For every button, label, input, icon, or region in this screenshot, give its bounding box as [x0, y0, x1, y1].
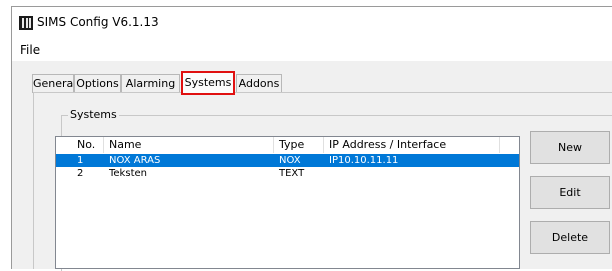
tab-general[interactable]: General [32, 74, 76, 93]
menu-file[interactable]: File [20, 43, 40, 57]
table-row[interactable]: 2 Teksten TEXT [56, 167, 519, 180]
window-title: SIMS Config V6.1.13 [37, 15, 159, 29]
column-type[interactable]: Type [274, 137, 324, 153]
row-type: NOX [279, 155, 301, 166]
row-ip [324, 167, 500, 180]
new-button[interactable]: New [530, 131, 610, 164]
column-ip[interactable]: IP Address / Interface [324, 137, 500, 153]
tab-systems[interactable]: Systems [181, 71, 235, 95]
column-no[interactable]: No. [72, 137, 104, 153]
column-name[interactable]: Name [104, 137, 274, 153]
tab-options[interactable]: Options [74, 74, 121, 93]
row-name: Teksten [109, 168, 147, 179]
delete-button[interactable]: Delete [530, 221, 610, 254]
row-no: 1 [77, 155, 84, 166]
menu-bar: File [12, 39, 612, 61]
systems-list[interactable]: No. Name Type IP Address / Interface 1 N… [55, 136, 520, 269]
list-header: No. Name Type IP Address / Interface [56, 137, 519, 155]
tab-addons[interactable]: Addons [236, 74, 282, 93]
title-bar: SIMS Config V6.1.13 [12, 7, 612, 39]
row-no: 2 [77, 168, 84, 179]
app-icon [19, 16, 33, 30]
tab-alarming[interactable]: Alarming [121, 74, 180, 93]
row-ip: IP10.10.11.11 [329, 155, 399, 166]
row-type: TEXT [279, 168, 305, 179]
systems-group-label: Systems [68, 108, 119, 121]
row-name: NOX ARAS [109, 155, 161, 166]
edit-button[interactable]: Edit [530, 176, 610, 209]
table-row[interactable]: 1 NOX ARAS NOX IP10.10.11.11 [56, 154, 519, 167]
